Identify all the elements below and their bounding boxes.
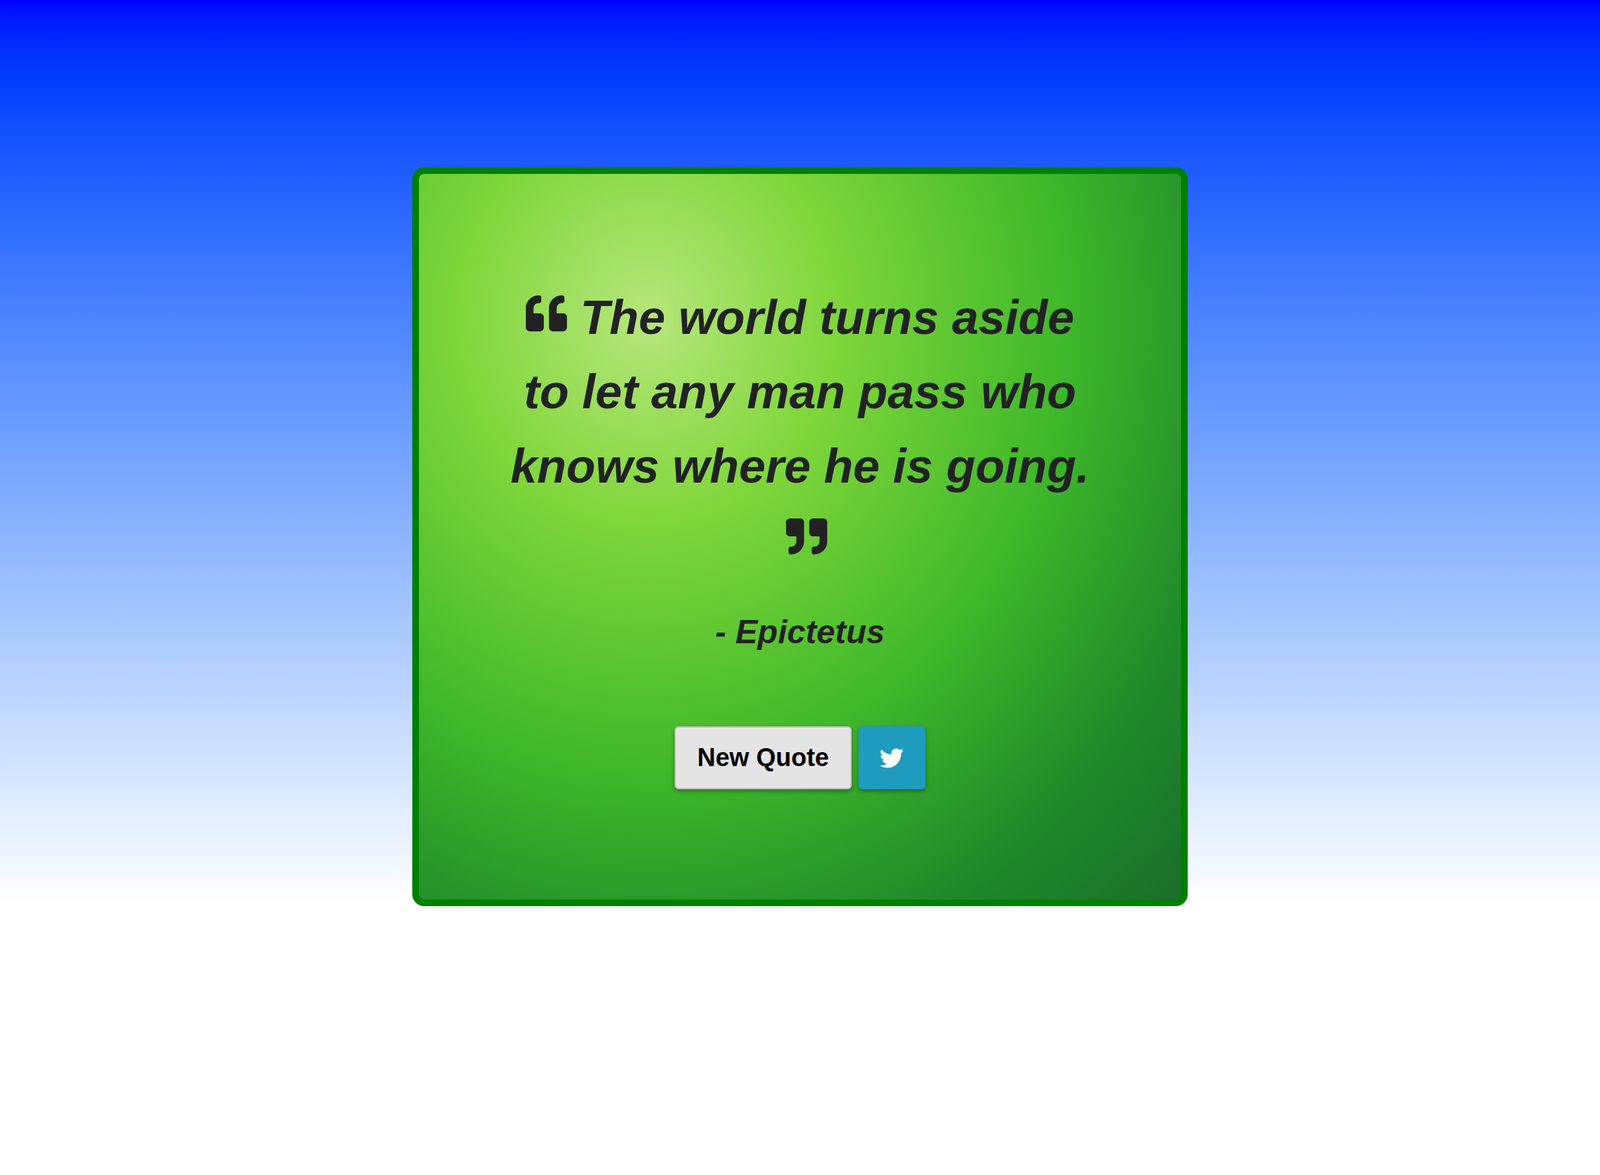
new-quote-button[interactable]: New Quote — [674, 726, 852, 790]
tweet-button[interactable] — [858, 726, 926, 790]
twitter-icon — [879, 746, 904, 771]
page: The world turns aside to let any man pas… — [0, 0, 1600, 1175]
quote-author: - Epictetus — [715, 610, 885, 654]
button-row: New Quote — [674, 726, 925, 790]
gradient-background: The world turns aside to let any man pas… — [0, 0, 1600, 907]
quote-card: The world turns aside to let any man pas… — [412, 167, 1188, 907]
quote-right-icon — [786, 515, 828, 558]
quote-text: The world turns aside to let any man pas… — [501, 280, 1099, 578]
quote-left-icon — [525, 292, 567, 334]
